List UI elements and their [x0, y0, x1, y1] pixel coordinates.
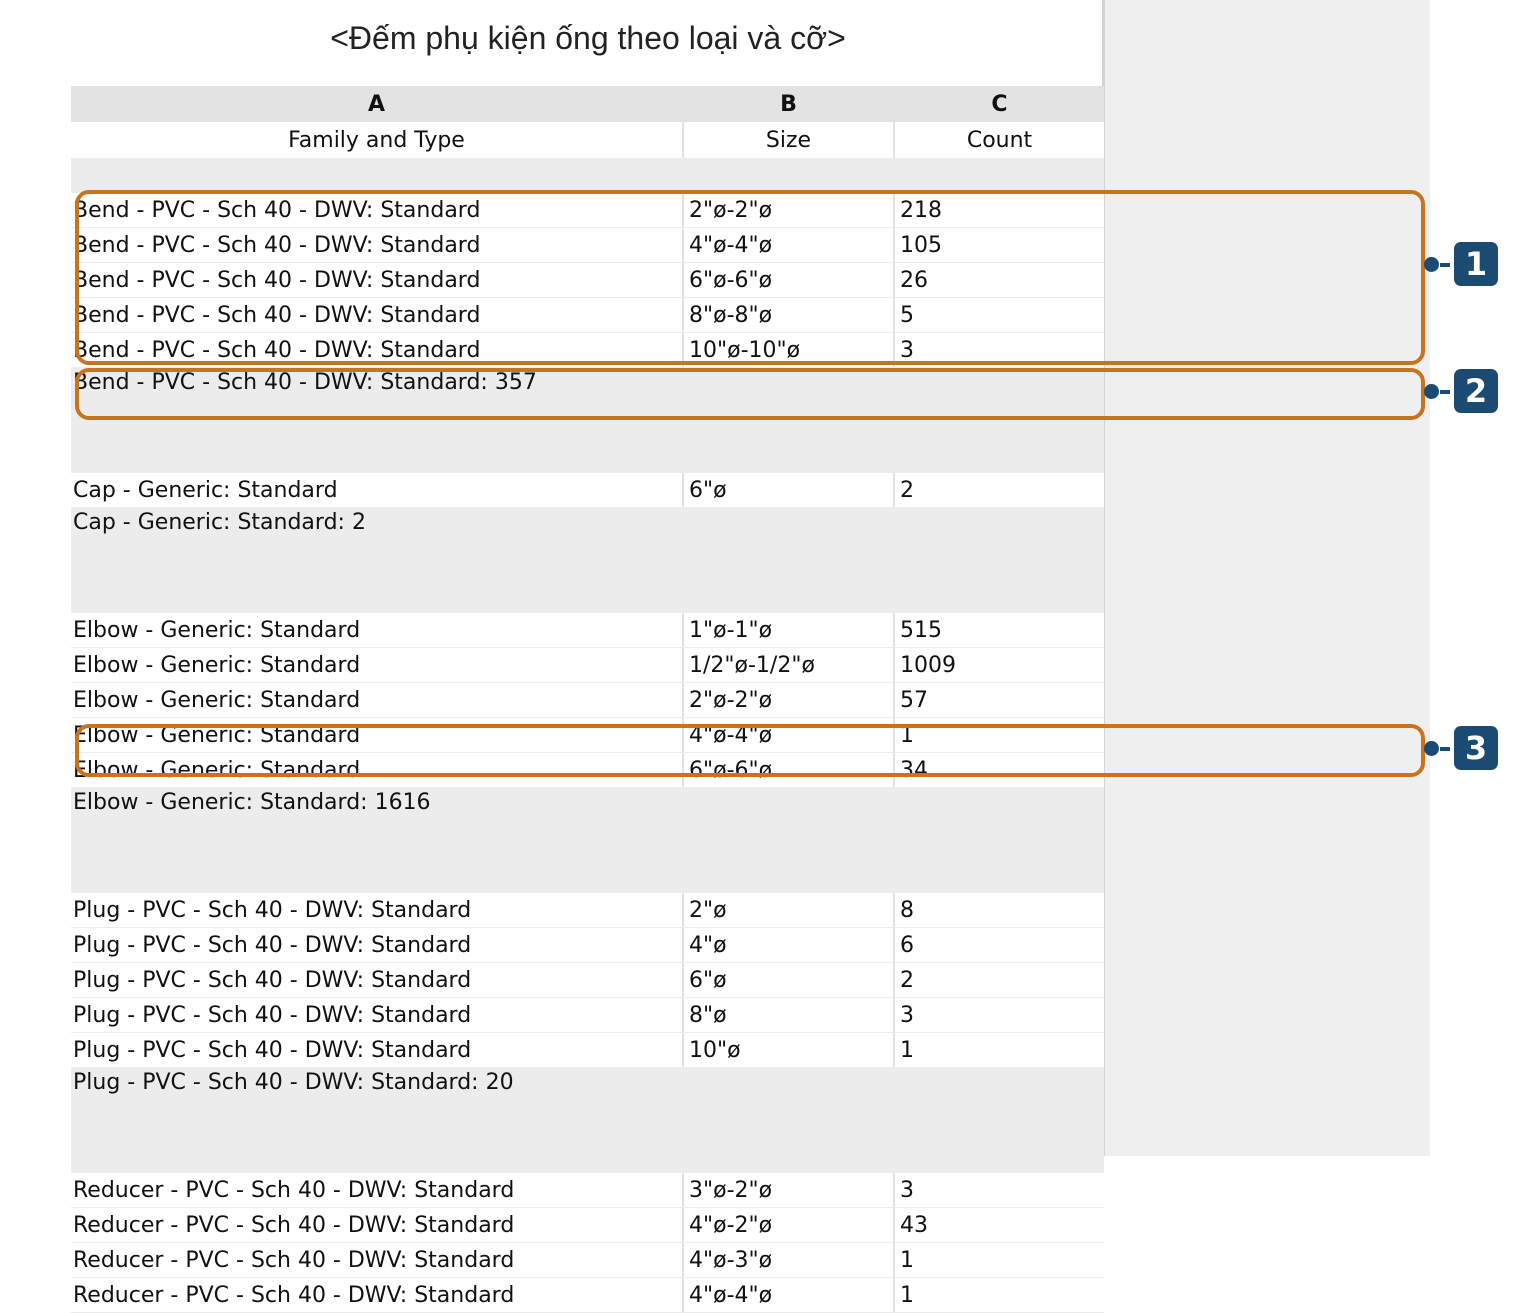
- column-header-family-and-type[interactable]: Family and Type: [71, 122, 682, 158]
- family-type-cell[interactable]: Elbow - Generic: Standard: [71, 613, 682, 647]
- column-name-header-row: Family and Type Size Count: [71, 122, 1104, 158]
- callout-badge-1: 1: [1454, 242, 1498, 286]
- count-cell[interactable]: 8: [893, 893, 1104, 927]
- table-row[interactable]: Elbow - Generic: Standard 1/2"ø-1/2"ø 1009: [71, 648, 1104, 683]
- callout-leader: [1440, 390, 1450, 394]
- callout-3: 3: [1420, 726, 1500, 772]
- family-type-cell[interactable]: Elbow - Generic: Standard: [71, 683, 682, 717]
- family-type-cell[interactable]: Elbow - Generic: Standard: [71, 648, 682, 682]
- count-cell[interactable]: 1009: [893, 648, 1104, 682]
- column-letter-a[interactable]: A: [71, 86, 682, 122]
- count-cell[interactable]: 43: [893, 1208, 1104, 1242]
- callout-leader: [1440, 747, 1450, 751]
- size-cell[interactable]: 2"ø-2"ø: [682, 683, 893, 717]
- column-header-size[interactable]: Size: [682, 122, 893, 158]
- table-row[interactable]: Reducer - PVC - Sch 40 - DWV: Standard 4"…: [71, 1243, 1104, 1278]
- size-cell[interactable]: 8"ø: [682, 998, 893, 1032]
- highlight-box-bend-subtotal: [75, 368, 1425, 420]
- family-type-cell[interactable]: Reducer - PVC - Sch 40 - DWV: Standard: [71, 1173, 682, 1207]
- table-row[interactable]: Plug - PVC - Sch 40 - DWV: Standard 4"ø 6: [71, 928, 1104, 963]
- callout-dot: [1424, 257, 1439, 272]
- group-blank-row: [71, 858, 1104, 893]
- group-blank-row: [71, 438, 1104, 473]
- callout-dot: [1424, 741, 1439, 756]
- family-type-cell[interactable]: Cap - Generic: Standard: [71, 473, 682, 507]
- table-row[interactable]: Reducer - PVC - Sch 40 - DWV: Standard 4"…: [71, 1208, 1104, 1243]
- callout-leader: [1440, 263, 1450, 267]
- size-cell[interactable]: 6"ø: [682, 963, 893, 997]
- highlight-box-bend-rows: [75, 190, 1425, 365]
- schedule-title: <Đếm phụ kiện ống theo loại và cỡ>: [330, 20, 846, 56]
- family-type-cell[interactable]: Plug - PVC - Sch 40 - DWV: Standard: [71, 998, 682, 1032]
- count-cell[interactable]: 515: [893, 613, 1104, 647]
- count-cell[interactable]: 6: [893, 928, 1104, 962]
- column-letter-c[interactable]: C: [893, 86, 1104, 122]
- group-blank-row: [71, 158, 1104, 193]
- subtotal-label: Elbow - Generic: Standard: 1616: [73, 790, 431, 815]
- size-cell[interactable]: 4"ø-2"ø: [682, 1208, 893, 1242]
- table-row[interactable]: Elbow - Generic: Standard 2"ø-2"ø 57: [71, 683, 1104, 718]
- callout-badge-3: 3: [1454, 726, 1498, 770]
- highlight-box-elbow-subtotal: [75, 724, 1425, 777]
- empty-view-area: [1104, 0, 1430, 1156]
- callout-1: 1: [1420, 242, 1500, 288]
- table-row[interactable]: Reducer - PVC - Sch 40 - DWV: Standard 3"…: [71, 1173, 1104, 1208]
- family-type-cell[interactable]: Plug - PVC - Sch 40 - DWV: Standard: [71, 893, 682, 927]
- table-row[interactable]: Plug - PVC - Sch 40 - DWV: Standard 6"ø 2: [71, 963, 1104, 998]
- family-type-cell[interactable]: Plug - PVC - Sch 40 - DWV: Standard: [71, 1033, 682, 1067]
- size-cell[interactable]: 4"ø: [682, 928, 893, 962]
- size-cell[interactable]: 2"ø: [682, 893, 893, 927]
- size-cell[interactable]: 1"ø-1"ø: [682, 613, 893, 647]
- table-row[interactable]: Cap - Generic: Standard 6"ø 2: [71, 473, 1104, 508]
- subtotal-label: Plug - PVC - Sch 40 - DWV: Standard: 20: [73, 1070, 514, 1095]
- count-cell[interactable]: 3: [893, 998, 1104, 1032]
- group-subtotal-row[interactable]: Elbow - Generic: Standard: 1616: [71, 788, 1104, 858]
- size-cell[interactable]: 10"ø: [682, 1033, 893, 1067]
- size-cell[interactable]: 6"ø: [682, 473, 893, 507]
- table-row[interactable]: Reducer - PVC - Sch 40 - DWV: Standard 4"…: [71, 1278, 1104, 1313]
- table-row[interactable]: Plug - PVC - Sch 40 - DWV: Standard 10"ø 1: [71, 1033, 1104, 1068]
- size-cell[interactable]: 4"ø-4"ø: [682, 1278, 893, 1312]
- group-subtotal-row[interactable]: Cap - Generic: Standard: 2: [71, 508, 1104, 578]
- group-blank-row: [71, 578, 1104, 613]
- family-type-cell[interactable]: Reducer - PVC - Sch 40 - DWV: Standard: [71, 1208, 682, 1242]
- size-cell[interactable]: 4"ø-3"ø: [682, 1243, 893, 1277]
- subtotal-label: Cap - Generic: Standard: 2: [73, 510, 366, 535]
- count-cell[interactable]: 1: [893, 1278, 1104, 1312]
- column-letter-b[interactable]: B: [682, 86, 893, 122]
- table-row[interactable]: Plug - PVC - Sch 40 - DWV: Standard 2"ø 8: [71, 893, 1104, 928]
- table-row[interactable]: Elbow - Generic: Standard 1"ø-1"ø 515: [71, 613, 1104, 648]
- callout-2: 2: [1420, 369, 1500, 415]
- count-cell[interactable]: 1: [893, 1033, 1104, 1067]
- family-type-cell[interactable]: Plug - PVC - Sch 40 - DWV: Standard: [71, 928, 682, 962]
- size-cell[interactable]: 1/2"ø-1/2"ø: [682, 648, 893, 682]
- table-row[interactable]: Plug - PVC - Sch 40 - DWV: Standard 8"ø 3: [71, 998, 1104, 1033]
- count-cell[interactable]: 57: [893, 683, 1104, 717]
- callout-dot: [1424, 384, 1439, 399]
- family-type-cell[interactable]: Reducer - PVC - Sch 40 - DWV: Standard: [71, 1278, 682, 1312]
- family-type-cell[interactable]: Reducer - PVC - Sch 40 - DWV: Standard: [71, 1243, 682, 1277]
- callout-badge-2: 2: [1454, 369, 1498, 413]
- size-cell[interactable]: 3"ø-2"ø: [682, 1173, 893, 1207]
- column-letter-header-row: A B C: [71, 86, 1104, 122]
- count-cell[interactable]: 3: [893, 1173, 1104, 1207]
- count-cell[interactable]: 1: [893, 1243, 1104, 1277]
- count-cell[interactable]: 2: [893, 963, 1104, 997]
- column-header-count[interactable]: Count: [893, 122, 1104, 158]
- count-cell[interactable]: 2: [893, 473, 1104, 507]
- group-subtotal-row[interactable]: Plug - PVC - Sch 40 - DWV: Standard: 20: [71, 1068, 1104, 1138]
- family-type-cell[interactable]: Plug - PVC - Sch 40 - DWV: Standard: [71, 963, 682, 997]
